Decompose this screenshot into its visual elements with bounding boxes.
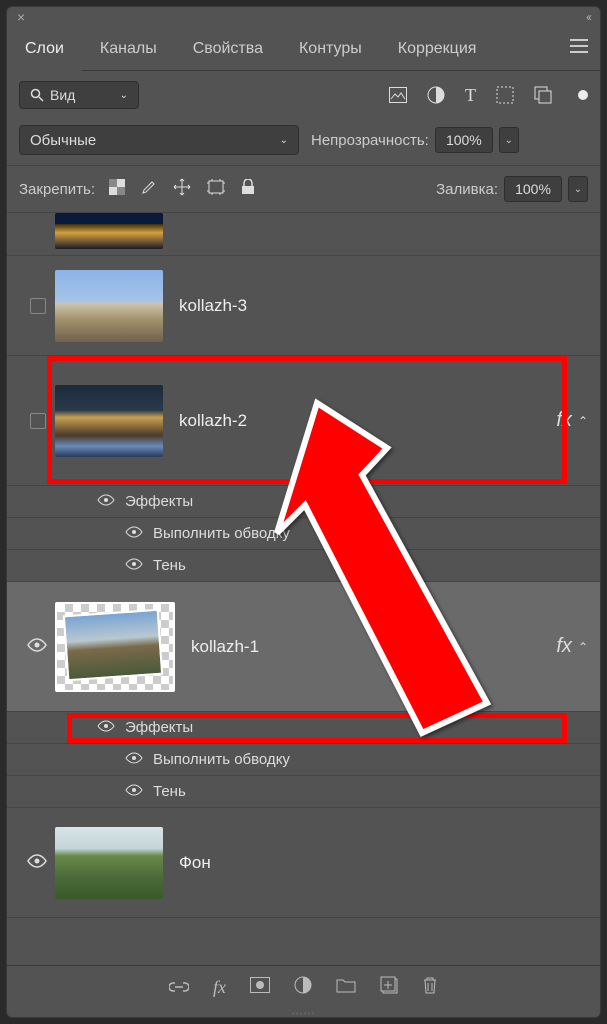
fx-expand-icon[interactable]: ⌃ [578, 414, 588, 428]
tab-layers[interactable]: Слои [7, 27, 82, 70]
effect-stroke[interactable]: Выполнить обводку [7, 518, 600, 550]
tab-paths[interactable]: Контуры [281, 27, 380, 70]
opacity-dropdown[interactable]: ⌄ [499, 127, 519, 153]
effects-header[interactable]: Эффекты [7, 486, 600, 518]
layer-name[interactable]: kollazh-1 [191, 637, 556, 657]
lock-all-icon[interactable] [241, 179, 255, 200]
new-group-icon[interactable] [336, 977, 356, 998]
layers-footer: fx [7, 965, 600, 1009]
filter-icons: T [389, 85, 588, 106]
tab-adjustments[interactable]: Коррекция [380, 27, 495, 70]
effect-stroke[interactable]: Выполнить обводку [7, 744, 600, 776]
new-layer-icon[interactable] [380, 976, 398, 999]
filter-row: Вид ⌄ T [7, 71, 600, 119]
fill-label: Заливка: [436, 181, 498, 198]
filter-type-icon[interactable]: T [465, 85, 476, 106]
blend-mode-value: Обычные [30, 132, 96, 149]
lock-move-icon[interactable] [173, 178, 191, 201]
layer-thumbnail[interactable] [55, 270, 163, 342]
layer-row-kollazh-2[interactable]: kollazh-2 fx ⌃ [7, 356, 600, 486]
tab-properties[interactable]: Свойства [175, 27, 281, 70]
lock-row: Закрепить: Заливка: 100% ⌄ [7, 166, 600, 213]
layer-name[interactable]: kollazh-2 [179, 411, 556, 431]
filter-adjustment-icon[interactable] [427, 86, 445, 104]
visibility-checkbox[interactable] [30, 413, 46, 429]
opacity-input[interactable]: 100% [435, 127, 493, 153]
eye-icon[interactable] [125, 783, 143, 801]
layer-row-background[interactable]: Фон [7, 808, 600, 918]
visibility-checkbox[interactable] [30, 298, 46, 314]
effect-shadow[interactable]: Тень [7, 550, 600, 582]
opacity-label: Непрозрачность: [311, 132, 429, 149]
collapse-icon[interactable]: ‹‹ [586, 10, 590, 24]
effect-label: Тень [153, 783, 186, 800]
chevron-down-icon: ⌄ [280, 135, 288, 146]
fx-expand-icon[interactable]: ⌃ [578, 640, 588, 654]
filter-shape-icon[interactable] [496, 86, 514, 104]
filter-smartobject-icon[interactable] [534, 86, 552, 104]
eye-icon[interactable] [27, 636, 47, 657]
panel-titlebar: × ‹‹ [7, 7, 600, 27]
fill-input[interactable]: 100% [504, 176, 562, 202]
effect-label: Выполнить обводку [153, 751, 290, 768]
layer-thumbnail[interactable] [55, 602, 175, 692]
filter-toggle[interactable] [578, 90, 588, 100]
fx-badge[interactable]: fx [556, 409, 572, 432]
resize-grip[interactable]: ▪▪▪▪▪▪ [7, 1009, 600, 1017]
adjustment-layer-icon[interactable] [294, 976, 312, 999]
layers-list: kollazh-3 kollazh-2 fx ⌃ Эффекты Выполни… [7, 213, 600, 965]
effects-label: Эффекты [125, 493, 193, 510]
lock-brush-icon[interactable] [141, 179, 157, 200]
panel-menu-icon[interactable] [570, 39, 588, 58]
eye-icon[interactable] [27, 852, 47, 873]
lock-artboard-icon[interactable] [207, 179, 225, 200]
delete-layer-icon[interactable] [422, 976, 438, 999]
effects-label: Эффекты [125, 719, 193, 736]
layer-row[interactable] [7, 213, 600, 256]
layer-mask-icon[interactable] [250, 977, 270, 998]
effects-header[interactable]: Эффекты [7, 712, 600, 744]
eye-icon[interactable] [97, 493, 115, 511]
layer-filter-select[interactable]: Вид ⌄ [19, 81, 139, 109]
fill-group: Заливка: 100% ⌄ [436, 176, 588, 202]
layer-row-kollazh-1[interactable]: kollazh-1 fx ⌃ [7, 582, 600, 712]
filter-pixel-icon[interactable] [389, 87, 407, 103]
layer-row[interactable]: kollazh-3 [7, 256, 600, 356]
layers-panel: × ‹‹ Слои Каналы Свойства Контуры Коррек… [6, 6, 601, 1018]
tab-channels[interactable]: Каналы [82, 27, 175, 70]
lock-transparent-icon[interactable] [109, 179, 125, 200]
fill-dropdown[interactable]: ⌄ [568, 176, 588, 202]
chevron-down-icon: ⌄ [120, 90, 128, 101]
effect-label: Выполнить обводку [153, 525, 290, 542]
layer-style-icon[interactable]: fx [213, 977, 226, 998]
eye-icon[interactable] [97, 719, 115, 737]
blend-mode-select[interactable]: Обычные ⌄ [19, 125, 299, 155]
panel-tabs: Слои Каналы Свойства Контуры Коррекция [7, 27, 600, 71]
opacity-group: Непрозрачность: 100% ⌄ [311, 127, 519, 153]
eye-icon[interactable] [125, 557, 143, 575]
layer-thumbnail[interactable] [55, 385, 163, 457]
effect-label: Тень [153, 557, 186, 574]
close-icon[interactable]: × [17, 9, 25, 25]
lock-label: Закрепить: [19, 181, 95, 198]
layer-name[interactable]: Фон [179, 853, 588, 873]
lock-icons [109, 178, 255, 201]
link-layers-icon[interactable] [169, 977, 189, 998]
blend-row: Обычные ⌄ Непрозрачность: 100% ⌄ [7, 119, 600, 166]
fx-badge[interactable]: fx [556, 635, 572, 658]
eye-icon[interactable] [125, 525, 143, 543]
layer-filter-label: Вид [50, 87, 75, 103]
eye-icon[interactable] [125, 751, 143, 769]
layer-thumbnail[interactable] [55, 213, 163, 249]
effect-shadow[interactable]: Тень [7, 776, 600, 808]
layer-name[interactable]: kollazh-3 [179, 296, 588, 316]
layer-thumbnail[interactable] [55, 827, 163, 899]
